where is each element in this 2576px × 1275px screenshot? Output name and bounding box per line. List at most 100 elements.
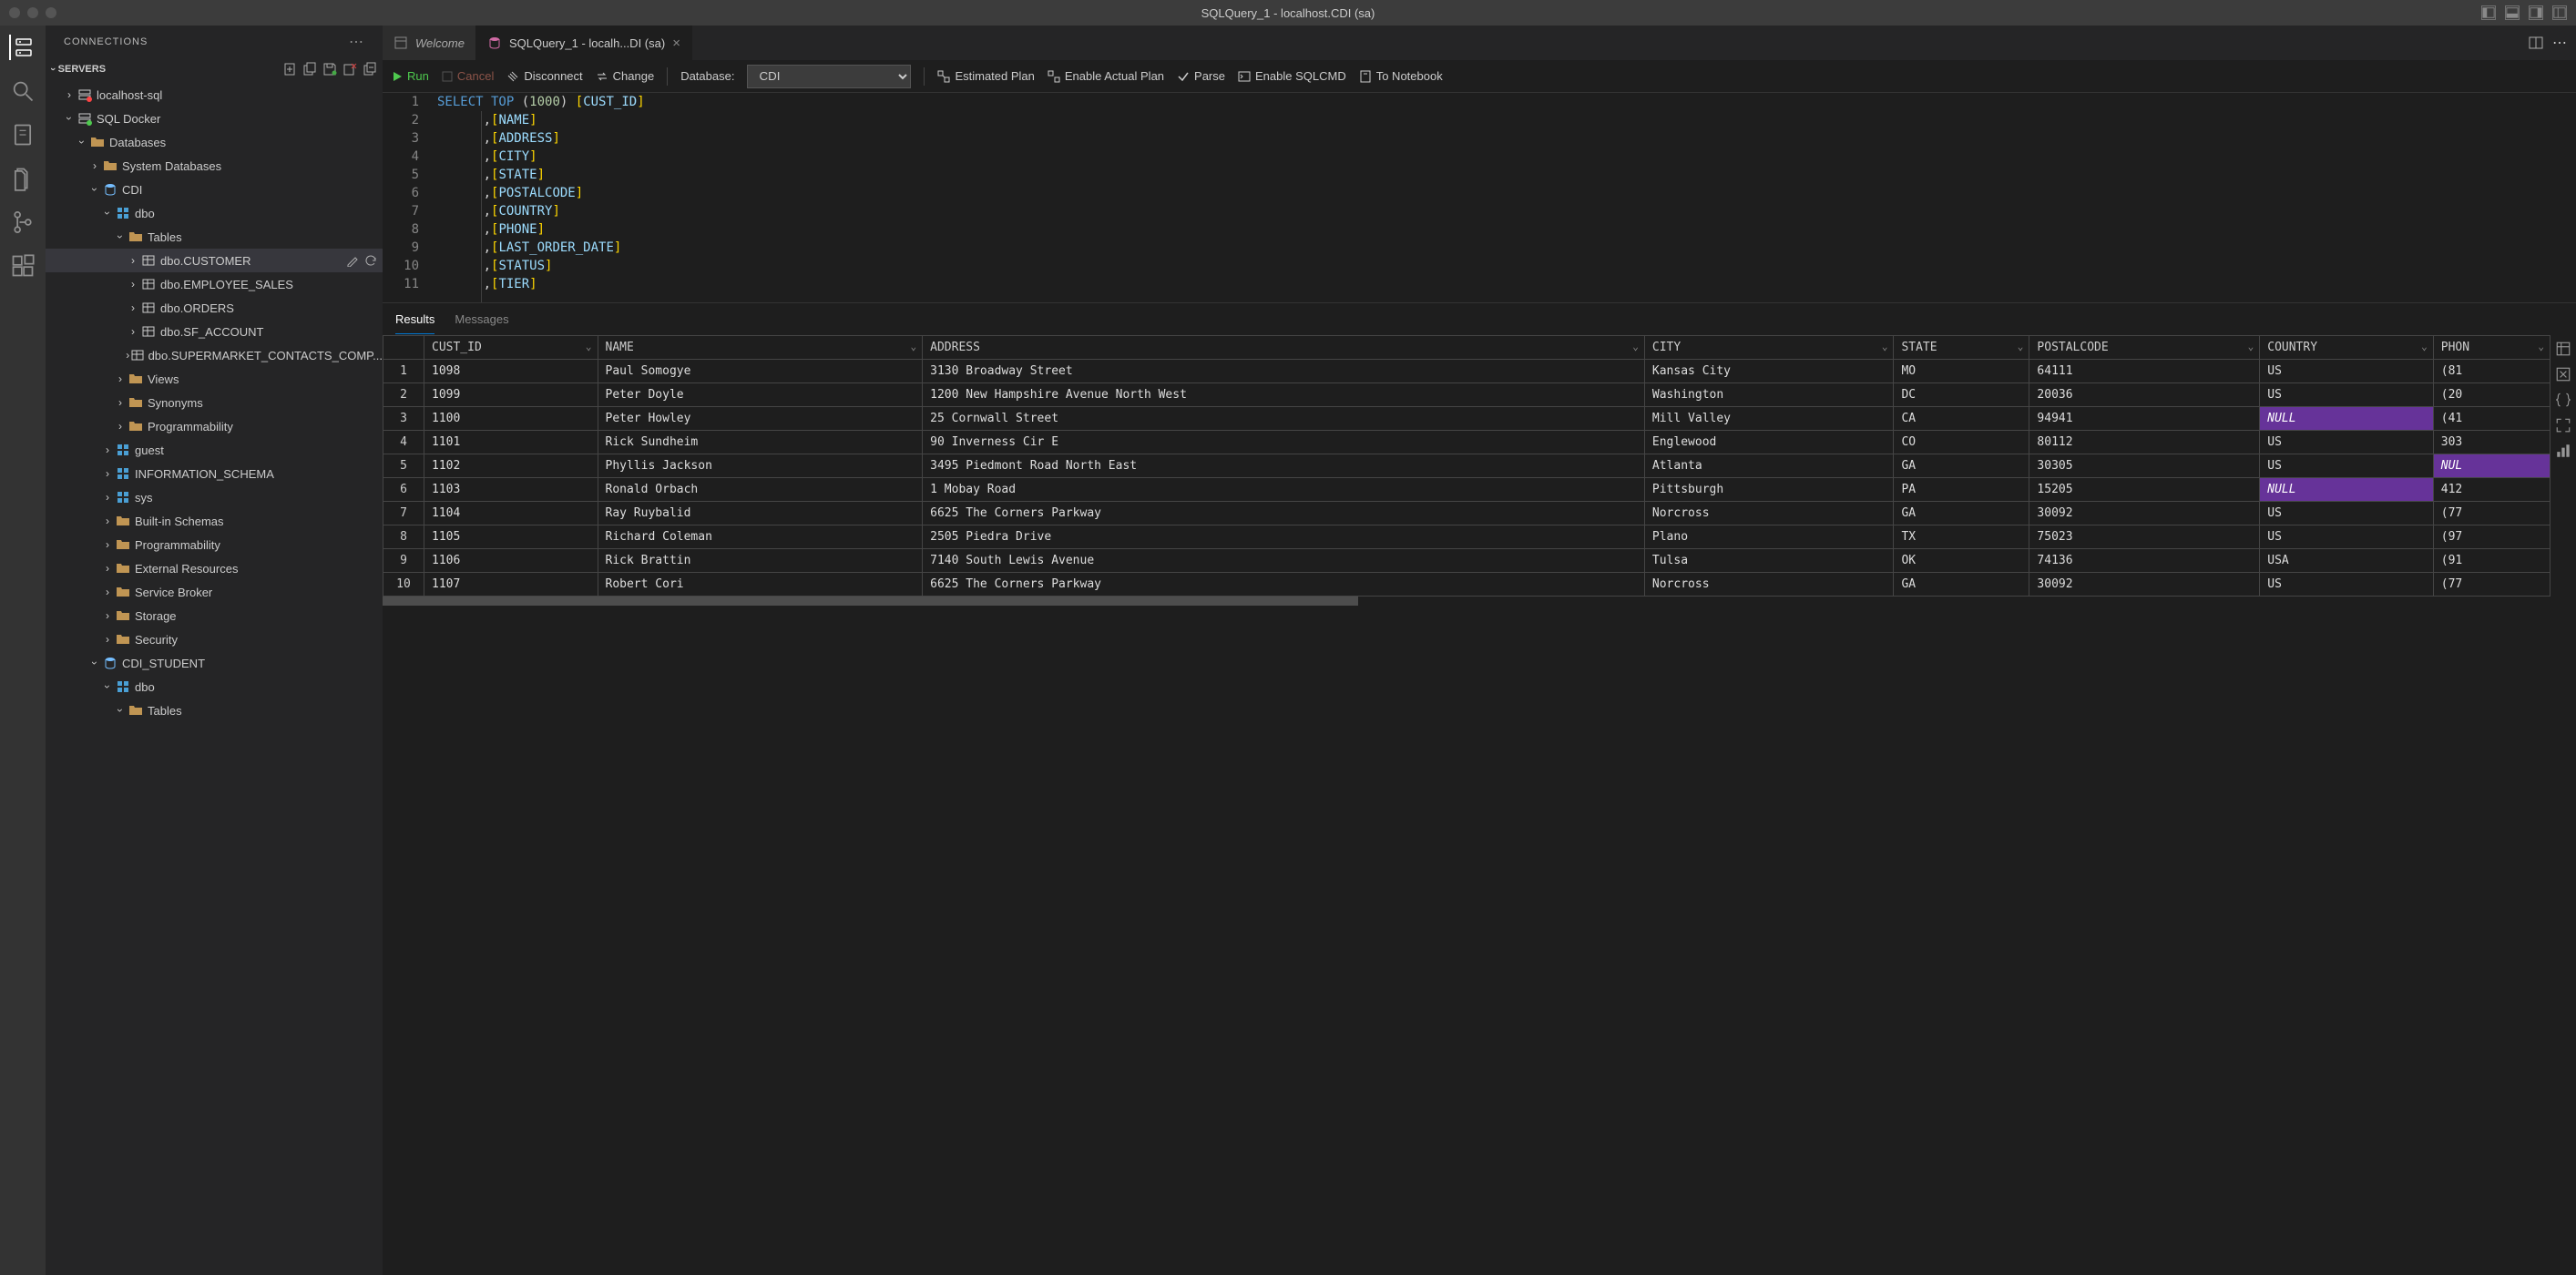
grid-cell[interactable]: Tulsa xyxy=(1644,549,1894,573)
grid-cell[interactable]: Robert Cori xyxy=(598,573,923,597)
grid-cell[interactable]: 6625 The Corners Parkway xyxy=(923,502,1645,525)
close-icon[interactable]: × xyxy=(672,36,680,51)
delete-connection-icon[interactable] xyxy=(342,62,357,76)
grid-cell[interactable]: 1 Mobay Road xyxy=(923,478,1645,502)
grid-cell[interactable]: 30305 xyxy=(2029,454,2260,478)
grid-cell[interactable]: 1106 xyxy=(424,549,598,573)
grid-cell[interactable]: GA xyxy=(1894,502,2029,525)
grid-cell[interactable]: USA xyxy=(2260,549,2434,573)
row-number[interactable]: 10 xyxy=(383,573,424,597)
grid-cell[interactable]: GA xyxy=(1894,573,2029,597)
disconnect-button[interactable]: Disconnect xyxy=(506,69,582,83)
grid-cell[interactable]: Ray Ruybalid xyxy=(598,502,923,525)
edit-icon[interactable] xyxy=(346,254,359,267)
grid-cell[interactable]: 303 xyxy=(2433,431,2550,454)
grid-cell[interactable]: CO xyxy=(1894,431,2029,454)
grid-cell[interactable]: 3130 Broadway Street xyxy=(923,360,1645,383)
tree-item[interactable]: Views xyxy=(46,367,383,391)
minimize-window-icon[interactable] xyxy=(27,7,38,18)
grid-cell[interactable]: Washington xyxy=(1644,383,1894,407)
tree-item[interactable]: Programmability xyxy=(46,533,383,556)
column-header[interactable]: POSTALCODE⌄ xyxy=(2029,336,2260,360)
column-header[interactable]: ADDRESS⌄ xyxy=(923,336,1645,360)
sort-icon[interactable]: ⌄ xyxy=(586,341,592,352)
row-number[interactable]: 9 xyxy=(383,549,424,573)
row-number[interactable]: 1 xyxy=(383,360,424,383)
row-number[interactable]: 5 xyxy=(383,454,424,478)
sort-icon[interactable]: ⌄ xyxy=(2248,341,2254,352)
grid-cell[interactable]: 412 xyxy=(2433,478,2550,502)
tree-item[interactable]: dbo.SUPERMARKET_CONTACTS_COMP... xyxy=(46,343,383,367)
row-number[interactable]: 8 xyxy=(383,525,424,549)
tree-item[interactable]: Service Broker xyxy=(46,580,383,604)
grid-cell[interactable]: NULL xyxy=(2260,407,2434,431)
tree-item[interactable]: External Resources xyxy=(46,556,383,580)
new-connection-icon[interactable] xyxy=(282,62,297,76)
save-csv-icon[interactable] xyxy=(2555,341,2571,357)
tree-item[interactable]: Synonyms xyxy=(46,391,383,414)
grid-cell[interactable]: Mill Valley xyxy=(1644,407,1894,431)
grid-cell[interactable]: GA xyxy=(1894,454,2029,478)
connections-icon[interactable] xyxy=(9,35,35,60)
sort-icon[interactable]: ⌄ xyxy=(1882,341,1888,352)
grid-cell[interactable]: Atlanta xyxy=(1644,454,1894,478)
tree-item[interactable]: sys xyxy=(46,485,383,509)
grid-cell[interactable]: (77 xyxy=(2433,502,2550,525)
source-control-icon[interactable] xyxy=(10,209,36,235)
refresh-icon[interactable] xyxy=(364,254,377,267)
grid-cell[interactable]: US xyxy=(2260,383,2434,407)
grid-cell[interactable]: 80112 xyxy=(2029,431,2260,454)
tree-item[interactable]: Built-in Schemas xyxy=(46,509,383,533)
results-grid[interactable]: CUST_ID⌄NAME⌄ADDRESS⌄CITY⌄STATE⌄POSTALCO… xyxy=(383,335,2550,597)
tree-item[interactable]: CDI_STUDENT xyxy=(46,651,383,675)
grid-cell[interactable]: 15205 xyxy=(2029,478,2260,502)
chart-icon[interactable] xyxy=(2555,443,2571,459)
grid-cell[interactable]: Norcross xyxy=(1644,502,1894,525)
grid-cell[interactable]: 1102 xyxy=(424,454,598,478)
grid-cell[interactable]: (81 xyxy=(2433,360,2550,383)
connections-tree[interactable]: localhost-sqlSQL DockerDatabasesSystem D… xyxy=(46,81,383,1275)
grid-cell[interactable]: Paul Somogye xyxy=(598,360,923,383)
grid-cell[interactable]: Pittsburgh xyxy=(1644,478,1894,502)
maximize-icon[interactable] xyxy=(2555,417,2571,434)
grid-cell[interactable]: (20 xyxy=(2433,383,2550,407)
grid-cell[interactable]: 30092 xyxy=(2029,573,2260,597)
grid-cell[interactable]: 2505 Piedra Drive xyxy=(923,525,1645,549)
grid-cell[interactable]: Kansas City xyxy=(1644,360,1894,383)
grid-cell[interactable]: TX xyxy=(1894,525,2029,549)
tree-item[interactable]: dbo.ORDERS xyxy=(46,296,383,320)
grid-cell[interactable]: 75023 xyxy=(2029,525,2260,549)
grid-cell[interactable]: US xyxy=(2260,502,2434,525)
grid-cell[interactable]: (41 xyxy=(2433,407,2550,431)
grid-cell[interactable]: 1107 xyxy=(424,573,598,597)
column-header[interactable]: CITY⌄ xyxy=(1644,336,1894,360)
row-number[interactable]: 4 xyxy=(383,431,424,454)
parse-button[interactable]: Parse xyxy=(1177,69,1225,83)
grid-cell[interactable]: 25 Cornwall Street xyxy=(923,407,1645,431)
extensions-icon[interactable] xyxy=(10,253,36,279)
more-actions-icon[interactable]: ⋯ xyxy=(2552,34,2567,52)
tab-sqlquery[interactable]: SQLQuery_1 - localh...DI (sa) × xyxy=(476,26,692,60)
grid-cell[interactable]: 1100 xyxy=(424,407,598,431)
grid-cell[interactable]: Phyllis Jackson xyxy=(598,454,923,478)
grid-cell[interactable]: (91 xyxy=(2433,549,2550,573)
sort-icon[interactable]: ⌄ xyxy=(2018,341,2024,352)
grid-cell[interactable]: 74136 xyxy=(2029,549,2260,573)
collapse-all-icon[interactable] xyxy=(363,62,377,76)
sqlcmd-button[interactable]: Enable SQLCMD xyxy=(1238,69,1346,83)
search-icon[interactable] xyxy=(10,78,36,104)
column-header[interactable]: COUNTRY⌄ xyxy=(2260,336,2434,360)
grid-cell[interactable]: 1105 xyxy=(424,525,598,549)
notebooks-icon[interactable] xyxy=(10,122,36,148)
tree-item[interactable]: guest xyxy=(46,438,383,462)
tree-item[interactable]: dbo.CUSTOMER xyxy=(46,249,383,272)
grid-cell[interactable]: US xyxy=(2260,360,2434,383)
save-icon[interactable] xyxy=(322,62,337,76)
actual-plan-button[interactable]: Enable Actual Plan xyxy=(1048,69,1164,83)
explorer-icon[interactable] xyxy=(10,166,36,191)
code-content[interactable]: SELECT TOP (1000) [CUST_ID] ,[NAME] ,[AD… xyxy=(437,93,2576,302)
estimated-plan-button[interactable]: Estimated Plan xyxy=(937,69,1034,83)
tree-item[interactable]: dbo xyxy=(46,675,383,699)
grid-cell[interactable]: 20036 xyxy=(2029,383,2260,407)
tree-item[interactable]: dbo xyxy=(46,201,383,225)
